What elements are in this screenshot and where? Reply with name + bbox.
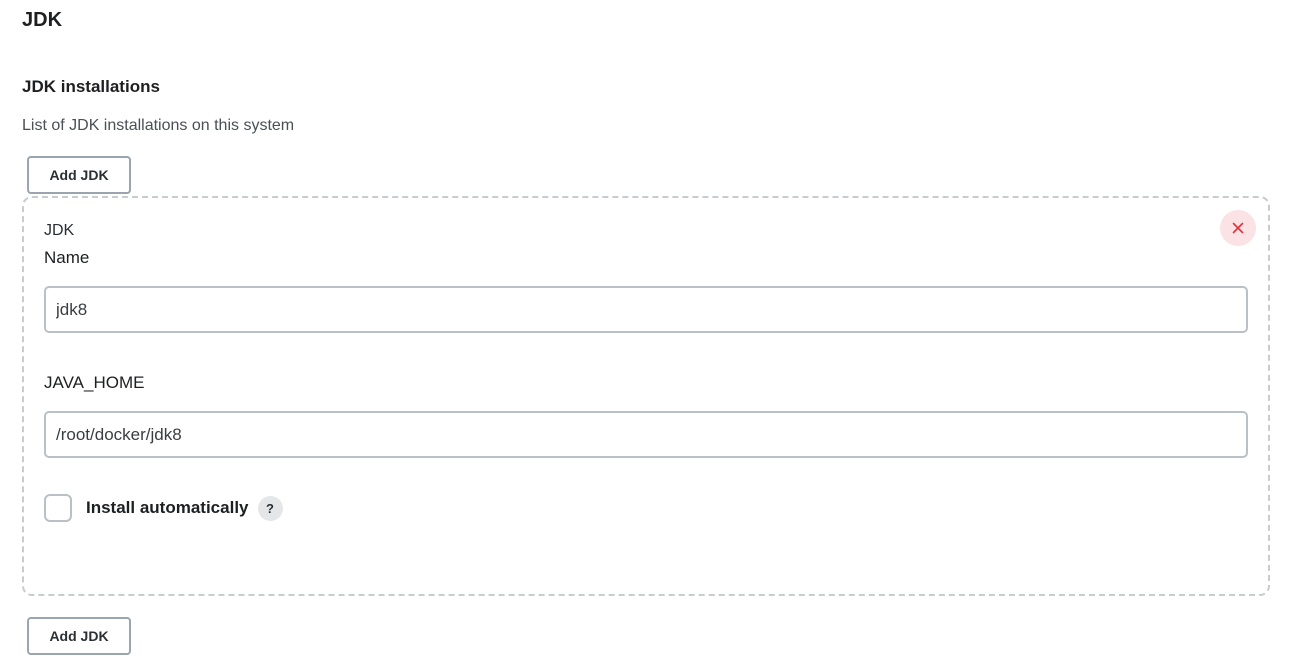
- add-jdk-button-bottom[interactable]: Add JDK: [27, 617, 131, 655]
- name-input[interactable]: [44, 286, 1248, 333]
- section-title: JDK: [22, 9, 63, 31]
- item-type-label: JDK: [44, 222, 75, 239]
- add-jdk-button-top[interactable]: Add JDK: [27, 156, 131, 194]
- name-label: Name: [44, 248, 90, 267]
- help-icon[interactable]: ?: [257, 495, 283, 521]
- java-home-input[interactable]: [44, 411, 1248, 458]
- delete-item-button[interactable]: [1220, 210, 1256, 246]
- jdk-installations-description: List of JDK installations on this system: [22, 117, 295, 134]
- install-automatically-label[interactable]: Install automatically: [86, 498, 249, 518]
- install-automatically-checkbox[interactable]: [44, 494, 72, 522]
- close-icon: [1232, 222, 1244, 234]
- jdk-installation-item: JDK Name JAVA_HOME Install automatically…: [22, 196, 1270, 596]
- java-home-label: JAVA_HOME: [44, 373, 145, 392]
- jdk-config-page: JDK JDK installations List of JDK instal…: [0, 0, 1312, 668]
- jdk-installations-title: JDK installations: [22, 77, 160, 96]
- install-automatically-row: Install automatically ?: [44, 494, 283, 522]
